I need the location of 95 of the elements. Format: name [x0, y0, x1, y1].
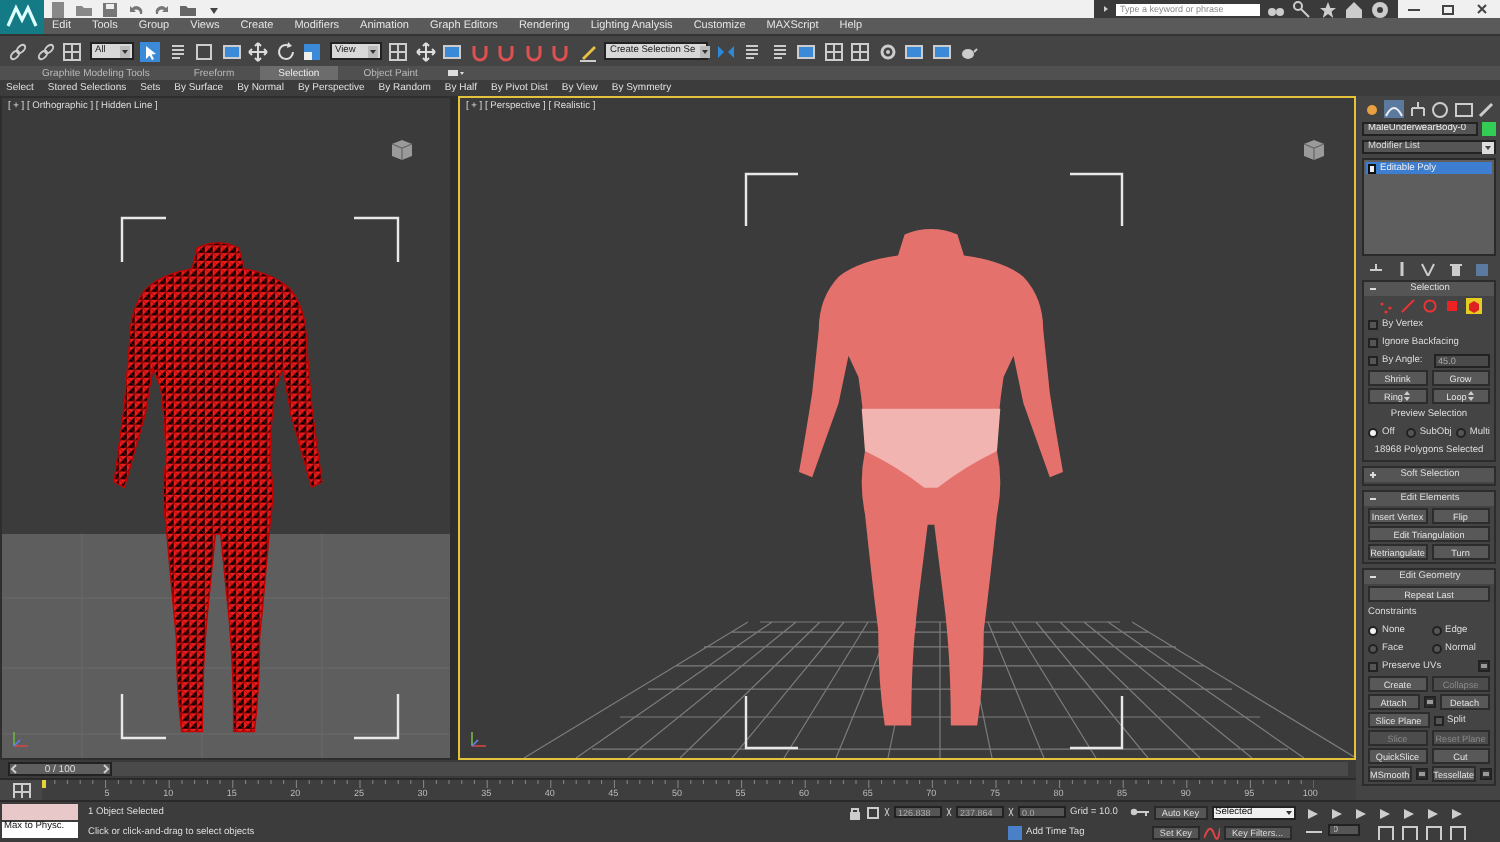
angle-snap-icon[interactable] — [496, 41, 516, 61]
open-folder-icon[interactable] — [74, 0, 94, 18]
material-editor-icon[interactable] — [877, 41, 897, 61]
radio-button[interactable] — [1368, 643, 1378, 653]
minus-icon[interactable] — [1368, 494, 1378, 504]
chevron-left-icon[interactable] — [10, 764, 18, 774]
bind-icon[interactable] — [62, 41, 82, 61]
link-icon[interactable] — [8, 41, 28, 61]
checkbox[interactable] — [1368, 355, 1378, 365]
viewcube-icon[interactable] — [388, 138, 416, 162]
snap-icon[interactable] — [469, 41, 489, 61]
pivot-icon[interactable] — [388, 41, 408, 61]
axis-tripod-icon — [10, 730, 30, 750]
manipulate-icon[interactable] — [415, 41, 435, 61]
bulb-icon[interactable] — [1368, 163, 1376, 173]
motion-icon[interactable] — [1430, 100, 1451, 118]
save-icon[interactable] — [100, 0, 120, 18]
window-crossing-icon[interactable] — [221, 41, 241, 61]
checkbox[interactable] — [1433, 715, 1443, 725]
plus-icon[interactable] — [1368, 470, 1378, 480]
shaded-body-model[interactable] — [799, 229, 1063, 726]
rectangle-region-icon[interactable] — [194, 41, 214, 61]
hierarchy-icon[interactable] — [1407, 100, 1428, 118]
render-frame-icon[interactable] — [931, 41, 951, 61]
viewcube-icon[interactable] — [1300, 138, 1328, 162]
layers-icon[interactable] — [769, 41, 789, 61]
key-icon[interactable] — [1292, 0, 1312, 18]
make-unique-icon[interactable] — [1418, 260, 1439, 276]
undo-icon[interactable] — [126, 0, 146, 18]
create-icon[interactable] — [1362, 100, 1382, 118]
utilities-icon[interactable] — [1475, 100, 1496, 118]
caret-icon[interactable] — [367, 45, 377, 57]
edit-selection-icon[interactable] — [577, 41, 597, 61]
minus-icon[interactable] — [1368, 284, 1378, 294]
modify-icon[interactable] — [1384, 100, 1405, 118]
caret-icon[interactable] — [1482, 141, 1494, 153]
move-icon[interactable] — [248, 41, 268, 61]
help-icon[interactable] — [1370, 0, 1390, 18]
object-color-swatch[interactable] — [1482, 122, 1496, 136]
panel-options-icon[interactable] — [443, 66, 464, 80]
transform-mode-icon[interactable] — [866, 805, 880, 819]
radio-button[interactable] — [1455, 427, 1466, 437]
home-icon[interactable] — [1344, 0, 1364, 18]
render-setup-icon[interactable] — [904, 41, 924, 61]
select-by-name-icon[interactable] — [167, 41, 187, 61]
wireframe-body-model[interactable] — [113, 242, 323, 733]
lock-icon[interactable] — [848, 805, 862, 819]
app-logo-icon[interactable] — [0, 0, 44, 34]
settings-box-icon[interactable] — [1415, 768, 1428, 780]
chevron-right-icon[interactable] — [102, 764, 110, 774]
project-folder-icon[interactable] — [178, 0, 198, 18]
minus-icon[interactable] — [1368, 572, 1378, 582]
percent-snap-icon[interactable] — [523, 41, 543, 61]
new-file-icon[interactable] — [48, 0, 68, 18]
settings-box-icon[interactable] — [1478, 660, 1490, 672]
spinner-arrows-icon[interactable] — [1468, 390, 1475, 402]
star-icon[interactable] — [1318, 0, 1338, 18]
trash-icon[interactable] — [1445, 260, 1466, 276]
axis-tripod-icon — [468, 730, 488, 750]
radio-button[interactable] — [1405, 427, 1416, 437]
spinner-snap-icon[interactable] — [550, 41, 570, 61]
settings-box-icon[interactable] — [1480, 768, 1493, 780]
settings-box-icon[interactable] — [1423, 696, 1435, 708]
key-icon[interactable] — [1129, 806, 1150, 818]
graph-icon[interactable] — [823, 41, 843, 61]
scale-icon[interactable] — [302, 41, 322, 61]
spinner-arrows-icon[interactable] — [1404, 390, 1411, 402]
keyboard-icon[interactable] — [442, 41, 462, 61]
redo-icon[interactable] — [152, 0, 172, 18]
radio-button[interactable] — [1368, 427, 1378, 437]
key-curve-icon[interactable] — [1203, 825, 1220, 839]
display-icon[interactable] — [1453, 100, 1474, 118]
scene-explorer-icon[interactable] — [796, 41, 816, 61]
checkbox[interactable] — [1368, 661, 1378, 671]
curve-editor-icon[interactable] — [11, 782, 31, 798]
caret-icon[interactable] — [699, 45, 710, 57]
current-frame-marker[interactable] — [42, 780, 46, 788]
caret-icon[interactable] — [119, 45, 129, 57]
radio-button[interactable] — [1368, 625, 1378, 635]
select-object-icon[interactable] — [140, 41, 160, 61]
schematic-icon[interactable] — [850, 41, 870, 61]
element-icon[interactable] — [1465, 298, 1481, 314]
unlink-icon[interactable] — [35, 41, 55, 61]
align-icon[interactable] — [742, 41, 762, 61]
caret-icon[interactable] — [1102, 0, 1110, 18]
axis-x-icon — [884, 806, 890, 818]
radio-button[interactable] — [1431, 643, 1441, 653]
script-listener-field[interactable] — [2, 804, 78, 820]
radio-button[interactable] — [1431, 625, 1441, 635]
time-tag-icon[interactable] — [1008, 825, 1022, 839]
checkbox[interactable] — [1368, 319, 1378, 329]
rotate-icon[interactable] — [275, 41, 295, 61]
checkbox[interactable] — [1368, 337, 1378, 347]
caret-icon[interactable] — [1283, 807, 1294, 817]
pin-icon[interactable] — [1365, 260, 1386, 276]
